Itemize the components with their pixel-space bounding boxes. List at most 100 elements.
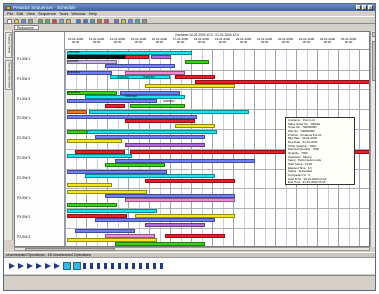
operation-bar[interactable] (67, 202, 117, 207)
operation-bar[interactable] (130, 103, 185, 108)
calendar-icon[interactable] (121, 18, 126, 24)
unscheduled-operation-icon[interactable] (153, 263, 156, 269)
side-tab-label: Product Views (7, 34, 12, 54)
tab-resources[interactable]: Resources (14, 25, 39, 30)
operation-bar[interactable] (67, 130, 87, 135)
horizontal-scrollbar[interactable] (14, 247, 370, 252)
operation-bar[interactable] (145, 178, 235, 183)
unscheduled-operation-icon[interactable] (111, 263, 114, 269)
print-icon[interactable] (28, 18, 33, 24)
operation-bar[interactable] (125, 70, 185, 75)
redo-icon[interactable] (45, 18, 50, 24)
operation-bar[interactable] (105, 194, 235, 198)
operation-bar[interactable] (87, 130, 217, 135)
operation-bar[interactable] (67, 114, 197, 119)
bar-label: 00000400 (143, 75, 155, 79)
copy-icon[interactable] (59, 18, 64, 24)
find-icon[interactable] (128, 18, 133, 24)
operation-bar[interactable] (89, 110, 249, 115)
operation-bar[interactable] (67, 154, 132, 159)
open-icon[interactable] (14, 18, 19, 24)
operation-bar[interactable] (165, 233, 225, 238)
unscheduled-operation-icon[interactable] (9, 263, 15, 269)
selected-operation-icon[interactable] (63, 262, 71, 270)
operation-bar[interactable] (105, 103, 125, 108)
unscheduled-operation-icon[interactable] (146, 263, 149, 269)
operation-bar[interactable] (67, 209, 157, 214)
operation-bar[interactable] (185, 59, 209, 64)
unscheduled-operation-icon[interactable] (97, 263, 100, 269)
paste-icon[interactable] (66, 18, 71, 24)
gantt-icon[interactable] (90, 18, 95, 24)
unscheduled-operation-icon[interactable] (118, 263, 121, 269)
operation-bar[interactable] (125, 119, 195, 124)
filter-icon[interactable] (97, 18, 102, 24)
selected-operation-icon[interactable] (73, 262, 81, 270)
operation-bar[interactable] (145, 84, 235, 88)
title-bar[interactable]: Preactor Sequencer - Schedule _ □ × (4, 4, 375, 11)
unscheduled-operation-icon[interactable] (27, 263, 33, 269)
sort-icon[interactable] (114, 18, 119, 24)
unscheduled-operation-icon[interactable] (104, 263, 107, 269)
operation-bar[interactable] (75, 150, 125, 154)
operation-bar[interactable] (67, 169, 167, 174)
zoom-in-icon[interactable] (76, 18, 81, 24)
operation-bar[interactable] (67, 183, 112, 187)
unscheduled-operation-icon[interactable] (45, 263, 51, 269)
cut-icon[interactable] (52, 18, 57, 24)
operation-bar[interactable] (67, 238, 157, 242)
operation-bar[interactable] (125, 55, 149, 60)
unscheduled-operation-icon[interactable] (18, 263, 24, 269)
maximize-button[interactable]: □ (362, 5, 367, 10)
side-tab-product-views[interactable]: Product Views (5, 32, 12, 58)
operation-bar[interactable] (95, 218, 215, 223)
operation-bar[interactable] (67, 189, 147, 194)
operation-bar[interactable] (85, 174, 215, 179)
operation-bar[interactable] (135, 213, 235, 218)
undo-icon[interactable] (38, 18, 43, 24)
operation-bar[interactable] (95, 134, 205, 139)
operation-bar[interactable] (75, 229, 135, 234)
minimize-button[interactable]: _ (356, 5, 361, 10)
side-tab-schedule-overview[interactable]: Schedule Overview (5, 60, 12, 90)
unscheduled-operation-icon[interactable] (83, 263, 86, 269)
operation-bar[interactable] (195, 79, 369, 84)
operation-bar[interactable] (105, 163, 165, 168)
vertical-scrollbar[interactable] (370, 31, 375, 247)
bar-chart-icon[interactable] (104, 18, 109, 24)
gantt-chart[interactable]: P1-SW 1 P1-SW 2 P1-SW 3 P2-SW 1 P2-SW 2 P2-SW… (14, 31, 370, 247)
operation-bar[interactable] (67, 110, 87, 115)
operation-bar[interactable] (67, 99, 157, 104)
scroll-up-button[interactable] (371, 31, 375, 37)
operation-bar[interactable] (145, 222, 205, 227)
refresh-icon[interactable] (135, 18, 140, 24)
operation-bar[interactable] (125, 143, 205, 148)
unscheduled-operation-icon[interactable] (139, 263, 142, 269)
operation-bar[interactable] (120, 90, 180, 95)
save-icon[interactable] (21, 18, 26, 24)
unscheduled-operation-icon[interactable] (90, 263, 93, 269)
operation-bar[interactable] (175, 75, 215, 80)
new-icon[interactable] (7, 18, 12, 24)
unscheduled-operation-icon[interactable] (125, 263, 128, 269)
operation-bar[interactable] (175, 123, 215, 128)
operation-bar[interactable] (105, 64, 175, 69)
operation-bar[interactable] (151, 55, 171, 60)
unscheduled-operation-icon[interactable] (132, 263, 135, 269)
operation-bar[interactable] (115, 242, 205, 246)
operation-bar[interactable] (67, 51, 192, 55)
scroll-thumb[interactable] (25, 248, 115, 252)
operation-bar[interactable] (125, 198, 235, 203)
unscheduled-operation-icon[interactable] (160, 263, 163, 269)
unscheduled-operation-icon[interactable] (36, 263, 42, 269)
operation-bar[interactable] (115, 158, 255, 163)
date-label: 22-01-2000 00:00 (277, 37, 294, 45)
close-button[interactable]: × (368, 5, 373, 10)
operation-bar[interactable] (67, 213, 127, 218)
unscheduled-operation-icon[interactable] (54, 263, 60, 269)
zoom-out-icon[interactable] (83, 18, 88, 24)
operation-bar[interactable] (105, 233, 155, 238)
operation-bar[interactable] (67, 139, 122, 143)
scroll-thumb[interactable] (371, 41, 375, 81)
settings-icon[interactable] (142, 18, 147, 24)
